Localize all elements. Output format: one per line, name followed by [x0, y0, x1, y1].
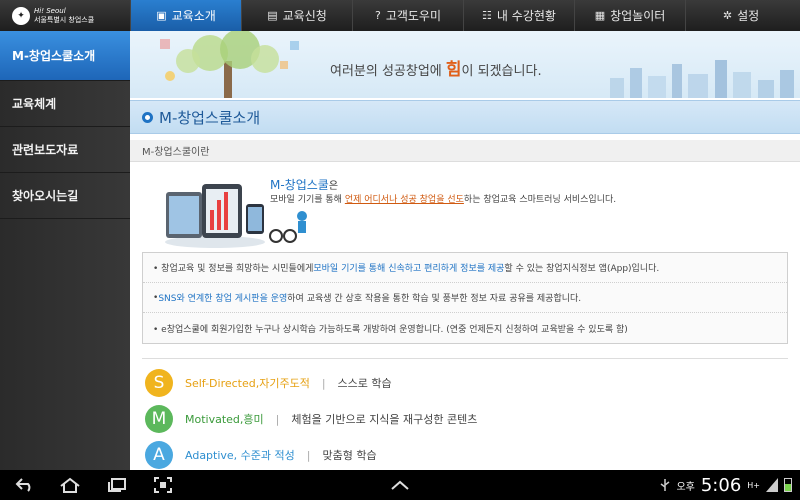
tree-illustration-icon: [160, 31, 299, 98]
document-icon: ▤: [267, 9, 278, 22]
intro-section: M-창업스쿨은 모바일 기기를 통해 언제 어디서나 성공 창업을 선도하는 창…: [130, 162, 800, 252]
tab-education-apply[interactable]: ▤ 교육신청: [241, 0, 352, 31]
clock-time: 5:06: [700, 474, 742, 496]
letter-a-icon: A: [145, 441, 173, 469]
list-item: S Self-Directed,자기주도적 | 스스로 학습: [145, 365, 800, 401]
logo-line2: 서울특별시 창업스쿨: [34, 15, 95, 24]
home-button[interactable]: [58, 476, 82, 494]
top-nav: ✦ Hi! Seoul 서울특별시 창업스쿨 ▣ 교육소개 ▤ 교육신청 ? 고…: [0, 0, 800, 31]
separator: |: [275, 412, 280, 426]
sidebar-item-curriculum[interactable]: 교육체계: [0, 81, 130, 127]
logo[interactable]: ✦ Hi! Seoul 서울특별시 창업스쿨: [0, 0, 130, 31]
recent-apps-button[interactable]: [106, 476, 128, 494]
sidebar-item-directions[interactable]: 찾아오시는길: [0, 173, 130, 219]
city-skyline-icon: [610, 60, 794, 98]
recent-apps-icon: [108, 478, 126, 492]
tab-education-intro[interactable]: ▣ 교육소개: [130, 0, 241, 31]
circle-bullet-icon: [142, 111, 153, 123]
tab-startup-playground[interactable]: ▦ 창업놀이터: [574, 0, 685, 31]
logo-line1: Hi! Seoul: [34, 6, 66, 15]
printer-icon: ▦: [594, 9, 606, 22]
screenshot-icon: [154, 477, 172, 493]
tab-settings[interactable]: ✲ 설정: [685, 0, 796, 31]
list-item: A Adaptive, 수준과 적성 | 맞춤형 학습: [145, 437, 800, 470]
clock-ampm: 오후: [676, 481, 695, 493]
ssma-description: 맞춤형 학습: [322, 449, 377, 462]
sidebar-item-label: 관련보도자료: [12, 143, 79, 157]
info-row-mobile: • 창업교육 및 정보를 희망하는 시민들에게 모바일 기기를 통해 신속하고 …: [143, 253, 787, 283]
battery-level: [785, 483, 791, 491]
tab-label: 고객도우미: [385, 9, 442, 23]
ssma-description: 스스로 학습: [337, 377, 392, 390]
info-row-sns: • SNS와 연계한 창업 게시판을 운영 하여 교육생 간 상호 작용을 통한 …: [143, 283, 787, 313]
letter-m-icon: M: [145, 405, 173, 433]
separator: |: [321, 376, 326, 390]
status-area[interactable]: 오후 5:06 H+: [660, 470, 792, 500]
tab-label: 교육신청: [282, 9, 327, 23]
system-navigation-bar: 오후 5:06 H+: [0, 470, 800, 500]
home-icon: [60, 477, 80, 493]
sidebar-item-press[interactable]: 관련보도자료: [0, 127, 130, 173]
list-item: M Motivated,흥미 | 체험을 기반으로 지식을 재구성한 콘텐츠: [145, 401, 800, 437]
sidebar-item-label: M-창업스쿨소개: [12, 49, 96, 63]
usb-icon: [661, 479, 670, 491]
chevron-up-icon: [391, 480, 409, 490]
tab-label: 내 수강현황: [496, 9, 556, 23]
gear-icon: ✲: [722, 9, 733, 22]
sidebar: M-창업스쿨소개 교육체계 관련보도자료 찾아오시는길: [0, 31, 130, 470]
info-row-open: • e창업스쿨에 회원가입한 누구나 상시학습 가능하도록 개방하여 운영합니다…: [153, 324, 628, 335]
info-box: • 창업교육 및 정보를 희망하는 시민들에게 모바일 기기를 통해 신속하고 …: [142, 252, 788, 344]
page-title-text: M-창업스쿨소개: [159, 108, 261, 127]
battery-icon: [784, 478, 792, 492]
help-icon: ?: [374, 9, 381, 22]
back-arrow-icon: [15, 478, 31, 492]
subheading: M-창업스쿨이란: [130, 140, 800, 162]
logo-mark-icon: ✦: [12, 6, 30, 25]
ssma-list: S Self-Directed,자기주도적 | 스스로 학습 M Motivat…: [130, 365, 800, 470]
expand-button[interactable]: [389, 476, 411, 494]
main-content: 여러분의 성공창업에 힘이 되겠습니다. M-창업스쿨소개 M-창업스쿨이란 M…: [130, 31, 800, 470]
banner-slogan: 여러분의 성공창업에 힘이 되겠습니다.: [330, 60, 542, 80]
tab-my-courses[interactable]: ☷ 내 수강현황: [463, 0, 574, 31]
ssma-label: Self-Directed,자기주도적: [185, 377, 310, 390]
app-window: ✦ Hi! Seoul 서울특별시 창업스쿨 ▣ 교육소개 ▤ 교육신청 ? 고…: [0, 0, 800, 470]
network-type: H+: [747, 480, 760, 490]
tab-label: 교육소개: [171, 9, 216, 23]
divider: [142, 358, 788, 359]
intro-description: 모바일 기기를 통해 언제 어디서나 성공 창업을 선도하는 창업교육 스마트러…: [270, 195, 617, 205]
sidebar-item-label: 찾아오시는길: [12, 189, 79, 203]
tab-label: 창업놀이터: [610, 9, 666, 23]
separator: |: [306, 448, 311, 462]
monitor-icon: ▣: [156, 9, 167, 22]
page-title: M-창업스쿨소개: [130, 100, 800, 134]
intro-title: M-창업스쿨은: [270, 178, 339, 192]
screenshot-button[interactable]: [152, 476, 174, 494]
signal-icon: [766, 478, 778, 492]
tab-customer-help[interactable]: ? 고객도우미: [352, 0, 463, 31]
banner: 여러분의 성공창업에 힘이 되겠습니다.: [130, 31, 800, 98]
sidebar-item-label: 교육체계: [12, 97, 57, 111]
profile-card-icon: ☷: [482, 9, 492, 22]
ssma-label: Motivated,흥미: [185, 413, 264, 426]
ssma-description: 체험을 기반으로 지식을 재구성한 콘텐츠: [291, 413, 478, 426]
sidebar-item-m-school-intro[interactable]: M-창업스쿨소개: [0, 31, 130, 81]
ssma-label: Adaptive, 수준과 적성: [185, 449, 295, 462]
letter-s-icon: S: [145, 369, 173, 397]
tab-label: 설정: [737, 9, 760, 23]
back-button[interactable]: [14, 476, 36, 494]
